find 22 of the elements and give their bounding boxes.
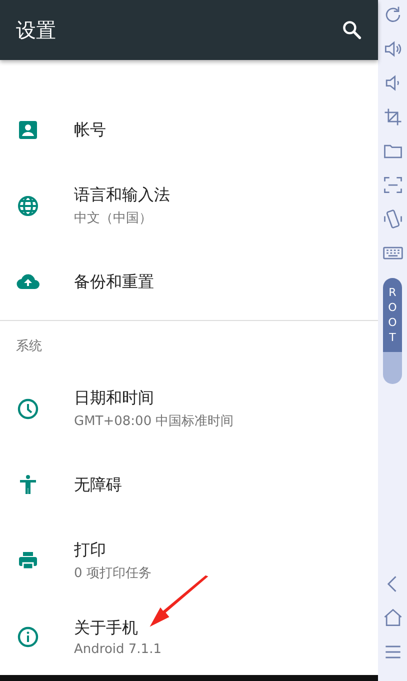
screen-title: 设置 [16,16,56,44]
root-toggle[interactable]: ROOT [383,278,402,384]
setting-title[interactable]: 帐号 [74,120,106,140]
setting-title[interactable]: 备份和重置 [74,272,154,292]
search-icon[interactable] [341,19,363,41]
setting-summary: GMT+08:00 中国标准时间 [74,413,234,430]
phone-shake-icon[interactable] [382,208,404,230]
info-icon [16,625,40,649]
setting-summary: Android 7.1.1 [74,642,162,656]
setting-title[interactable]: 语言和输入法 [74,185,170,206]
person-icon [16,118,40,142]
screenshot-icon[interactable] [382,174,404,196]
setting-summary: 中文（中国） [74,210,152,227]
setting-title[interactable]: 打印 [74,540,106,561]
setting-summary: 0 项打印任务 [74,565,152,582]
globe-icon [16,194,40,218]
setting-title[interactable]: 关于手机 [74,618,138,638]
setting-title[interactable]: 日期和时间 [74,388,154,409]
clock-icon [16,397,40,421]
section-header: 系统 [15,338,43,356]
setting-title[interactable]: 无障碍 [74,474,122,496]
home-icon[interactable] [382,607,404,629]
